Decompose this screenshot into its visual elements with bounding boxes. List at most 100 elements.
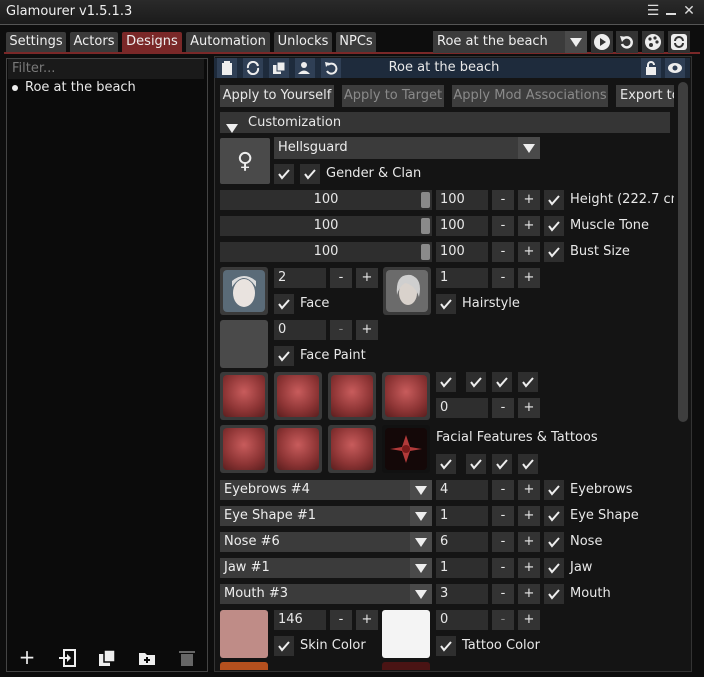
- jaw-input[interactable]: 1: [436, 558, 488, 578]
- design-selector-combo[interactable]: Roe at the beach: [433, 31, 587, 53]
- tab-unlocks[interactable]: Unlocks: [274, 32, 332, 52]
- jaw-minus-button[interactable]: -: [492, 558, 514, 578]
- mouth-checkbox[interactable]: [544, 584, 564, 604]
- bust-input[interactable]: 100: [436, 242, 488, 262]
- feature-checkbox[interactable]: [436, 454, 456, 474]
- apply-mod-associations-button[interactable]: Apply Mod Associations: [452, 85, 608, 107]
- height-checkbox[interactable]: [544, 190, 564, 210]
- nose-plus-button[interactable]: +: [518, 532, 540, 552]
- new-folder-icon[interactable]: [138, 649, 156, 671]
- lock-icon[interactable]: [641, 58, 661, 78]
- trash-icon[interactable]: [178, 649, 196, 671]
- skin-color-checkbox[interactable]: [274, 636, 294, 656]
- close-icon[interactable]: ✕: [680, 2, 698, 20]
- muscle-slider[interactable]: 100: [220, 216, 432, 236]
- facial-feature-thumbnail[interactable]: [220, 372, 268, 420]
- eye-shape-minus-button[interactable]: -: [492, 506, 514, 526]
- tab-designs[interactable]: Designs: [122, 32, 182, 52]
- eyebrows-input[interactable]: 4: [436, 480, 488, 500]
- palette-icon[interactable]: [642, 31, 664, 53]
- muscle-plus-button[interactable]: +: [518, 216, 540, 236]
- facial-feature-thumbnail[interactable]: [220, 425, 268, 473]
- mouth-combo[interactable]: Mouth #3: [220, 584, 432, 604]
- import-icon[interactable]: [58, 649, 76, 671]
- height-slider[interactable]: 100: [220, 190, 432, 210]
- eyebrows-plus-button[interactable]: +: [518, 480, 540, 500]
- feature-checkbox[interactable]: [466, 454, 486, 474]
- face-paint-minus-button[interactable]: -: [330, 320, 352, 340]
- face-paint-thumbnail[interactable]: [220, 320, 268, 368]
- tab-automation[interactable]: Automation: [186, 32, 270, 52]
- tattoo-color-plus-button[interactable]: +: [518, 610, 540, 630]
- gender-checkbox[interactable]: [274, 164, 294, 184]
- muscle-checkbox[interactable]: [544, 216, 564, 236]
- collapse-icon[interactable]: [662, 2, 680, 20]
- customization-section-header[interactable]: Customization: [220, 112, 670, 133]
- mouth-minus-button[interactable]: -: [492, 584, 514, 604]
- face-checkbox[interactable]: [274, 294, 294, 314]
- feature-checkbox[interactable]: [518, 372, 538, 392]
- hairstyle-thumbnail[interactable]: [383, 267, 431, 315]
- feature-input[interactable]: 0: [436, 398, 488, 418]
- face-plus-button[interactable]: +: [356, 268, 378, 288]
- face-input[interactable]: 2: [274, 268, 326, 288]
- facial-feature-thumbnail[interactable]: [328, 425, 376, 473]
- eye-shape-checkbox[interactable]: [544, 506, 564, 526]
- facial-feature-thumbnail[interactable]: [274, 372, 322, 420]
- tattoo-color-checkbox[interactable]: [436, 636, 456, 656]
- face-paint-plus-button[interactable]: +: [356, 320, 378, 340]
- add-design-icon[interactable]: +: [18, 647, 36, 667]
- eye-icon[interactable]: [665, 58, 685, 78]
- bust-minus-button[interactable]: -: [492, 242, 514, 262]
- tattoo-color-swatch[interactable]: [382, 610, 430, 658]
- tattoo-thumbnail[interactable]: [382, 425, 430, 473]
- face-paint-input[interactable]: 0: [274, 320, 326, 340]
- gender-button[interactable]: ♀: [220, 138, 270, 184]
- face-paint-checkbox[interactable]: [274, 346, 294, 366]
- tattoo-color-input[interactable]: 0: [436, 610, 488, 630]
- next-color-swatch[interactable]: [220, 662, 268, 670]
- skin-color-swatch[interactable]: [220, 610, 268, 658]
- facial-feature-thumbnail[interactable]: [274, 425, 322, 473]
- undo-icon[interactable]: [616, 31, 638, 53]
- duplicate-icon[interactable]: [98, 649, 116, 671]
- skin-color-input[interactable]: 146: [274, 610, 326, 630]
- face-minus-button[interactable]: -: [330, 268, 352, 288]
- list-item[interactable]: Roe at the beach: [8, 79, 204, 97]
- hairstyle-input[interactable]: 1: [436, 268, 488, 288]
- sync-icon[interactable]: [243, 58, 263, 78]
- face-thumbnail[interactable]: [220, 267, 268, 315]
- hairstyle-plus-button[interactable]: +: [518, 268, 540, 288]
- eyebrows-combo[interactable]: Eyebrows #4: [220, 480, 432, 500]
- tattoo-color-minus-button[interactable]: -: [492, 610, 514, 630]
- copy-icon[interactable]: [269, 58, 289, 78]
- clan-combo[interactable]: Hellsguard: [274, 137, 540, 159]
- feature-checkbox[interactable]: [492, 372, 512, 392]
- facial-feature-thumbnail[interactable]: [328, 372, 376, 420]
- nose-combo[interactable]: Nose #6: [220, 532, 432, 552]
- feature-plus-button[interactable]: +: [518, 398, 540, 418]
- muscle-input[interactable]: 100: [436, 216, 488, 236]
- bust-plus-button[interactable]: +: [518, 242, 540, 262]
- apply-to-yourself-button[interactable]: Apply to Yourself: [220, 85, 334, 107]
- clan-checkbox[interactable]: [300, 164, 320, 184]
- nose-input[interactable]: 6: [436, 532, 488, 552]
- muscle-minus-button[interactable]: -: [492, 216, 514, 236]
- mouth-plus-button[interactable]: +: [518, 584, 540, 604]
- skin-color-minus-button[interactable]: -: [330, 610, 352, 630]
- tab-npcs[interactable]: NPCs: [336, 32, 376, 52]
- bust-slider[interactable]: 100: [220, 242, 432, 262]
- menu-icon[interactable]: ☰: [644, 2, 662, 20]
- eyebrows-checkbox[interactable]: [544, 480, 564, 500]
- eyebrows-minus-button[interactable]: -: [492, 480, 514, 500]
- tab-actors[interactable]: Actors: [70, 32, 118, 52]
- feature-checkbox[interactable]: [492, 454, 512, 474]
- bust-checkbox[interactable]: [544, 242, 564, 262]
- eye-shape-combo[interactable]: Eye Shape #1: [220, 506, 432, 526]
- feature-checkbox[interactable]: [518, 454, 538, 474]
- play-icon[interactable]: [591, 31, 613, 53]
- feature-checkbox[interactable]: [466, 372, 486, 392]
- revert-icon[interactable]: [321, 58, 341, 78]
- next-color-swatch[interactable]: [382, 662, 430, 670]
- refresh-icon[interactable]: [668, 31, 690, 53]
